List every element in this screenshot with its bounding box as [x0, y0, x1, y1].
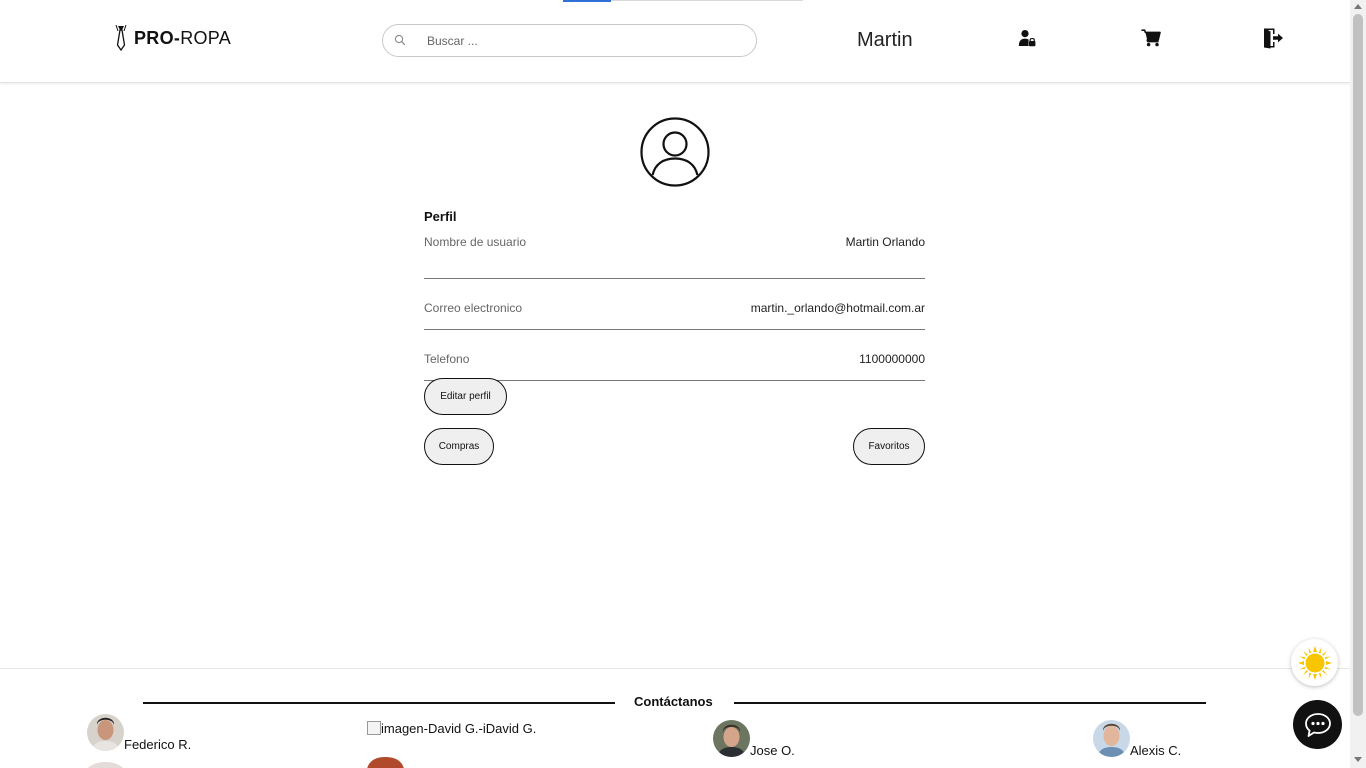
footer-divider-left: [143, 702, 615, 704]
logo[interactable]: PRO- ROPA: [114, 24, 231, 52]
footer: Contáctanos Federico R. imagen-David G.-…: [0, 668, 1350, 768]
profile-avatar-icon: [640, 117, 710, 187]
purchases-button[interactable]: Compras: [424, 428, 494, 465]
contact-avatar-partial: [87, 762, 124, 768]
contact-name: Alexis C.: [1130, 743, 1182, 758]
page: PRO-ROPA Martin: [0, 0, 1350, 768]
theme-toggle-button[interactable]: [1291, 639, 1338, 686]
logo-text-bold: PRO-: [134, 27, 181, 48]
cart-icon: [1141, 29, 1161, 47]
top-navbar: PRO-ROPA Martin: [0, 0, 1350, 83]
contact-federico[interactable]: Federico R.: [87, 714, 192, 752]
top-progress-track: [563, 0, 803, 2]
profile-field-email: Correo electronico martin._orlando@hotma…: [424, 279, 925, 330]
footer-title: Contáctanos: [634, 694, 713, 709]
field-label: Telefono: [424, 352, 470, 366]
cart-button[interactable]: [1140, 27, 1162, 49]
tie-logo-icon: [115, 25, 127, 51]
logout-icon: [1264, 28, 1283, 49]
contact-avatar: [713, 720, 750, 757]
scrollbar-thumb[interactable]: [1353, 14, 1363, 716]
field-value: 1100000000: [859, 352, 925, 366]
username-label: Martin: [857, 29, 913, 51]
logo-text-light: ROPA: [180, 27, 232, 48]
chat-bubble-icon: [1304, 712, 1331, 737]
contact-name: Jose O.: [750, 743, 795, 758]
search-icon: [394, 34, 406, 46]
scroll-up-arrow-icon[interactable]: [1354, 4, 1362, 9]
contact-alexis[interactable]: Alexis C.: [1093, 720, 1182, 758]
contact-david[interactable]: imagen-David G.-iDavid G.: [367, 721, 536, 736]
contact-name: imagen-David G.-iDavid G.: [381, 721, 537, 736]
vertical-scrollbar[interactable]: [1350, 0, 1366, 768]
sun-icon: [1297, 645, 1332, 680]
profile-field-phone: Telefono 1100000000: [424, 330, 925, 381]
scroll-down-arrow-icon[interactable]: [1354, 757, 1362, 762]
edit-profile-button[interactable]: Editar perfil: [424, 378, 507, 415]
profile-section: Perfil Nombre de usuario Martin Orlando …: [424, 209, 925, 381]
field-value: Martin Orlando: [845, 235, 925, 249]
profile-field-username: Nombre de usuario Martin Orlando: [424, 235, 925, 279]
top-progress-active: [563, 0, 611, 2]
profile-title: Perfil: [424, 209, 457, 224]
search-input[interactable]: [427, 31, 737, 51]
chat-button[interactable]: [1293, 700, 1342, 749]
user-lock-icon: [1018, 30, 1036, 47]
contact-avatar-partial: [367, 757, 404, 768]
contact-name: Federico R.: [124, 737, 192, 752]
broken-image-icon: [367, 721, 381, 735]
search-box: [382, 24, 757, 57]
contact-jose[interactable]: Jose O.: [713, 720, 795, 758]
field-value: martin._orlando@hotmail.com.ar: [750, 301, 925, 315]
contact-avatar: [87, 714, 124, 751]
logout-button[interactable]: [1262, 27, 1284, 49]
favorites-button[interactable]: Favoritos: [853, 428, 925, 465]
field-label: Nombre de usuario: [424, 235, 527, 249]
profile-button[interactable]: [1016, 27, 1038, 49]
field-label: Correo electronico: [424, 301, 523, 315]
contact-avatar: [1093, 720, 1130, 757]
footer-divider-right: [734, 702, 1206, 704]
